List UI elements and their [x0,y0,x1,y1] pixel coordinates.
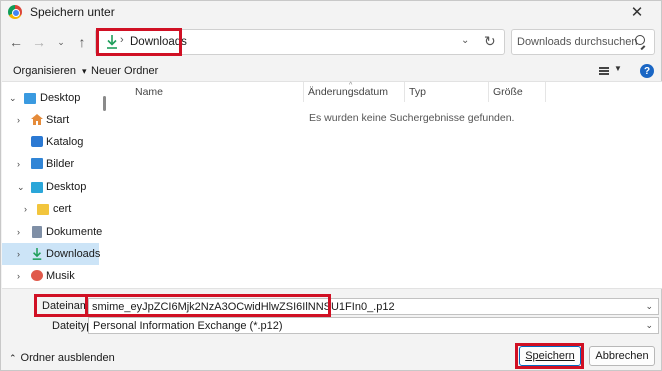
music-icon [31,270,43,281]
filename-dropdown-chevron-icon[interactable]: ⌄ [645,301,653,312]
sidebar-item-label: Desktop [40,92,81,104]
search-placeholder: Downloads durchsuchen [517,36,638,48]
sidebar-item-label: Musik [46,270,75,282]
search-icon[interactable] [635,35,645,45]
back-arrow-icon[interactable]: ← [6,32,26,52]
address-dropdown-chevron-icon[interactable]: ⌄ [461,35,469,46]
view-chevron-down-icon[interactable]: ▼ [614,64,622,73]
command-bar: Organisieren ▾ Neuer Ordner ▼ ? [1,60,661,82]
sidebar-item-label: Start [46,114,70,126]
cancel-button-label: Abbrechen [595,350,649,362]
column-header-modified[interactable]: Änderungsdatum [308,86,388,104]
organize-menu-button[interactable]: Organisieren ▾ [13,65,87,77]
help-icon[interactable]: ? [640,64,654,78]
recent-locations-chevron-icon[interactable]: ⌄ [51,32,71,52]
navigation-bar: ← → ⌄ ↑ › Downloads ⌄ ↻ Downloads durchs… [1,27,661,57]
chevron-right-icon[interactable]: › [17,249,20,259]
save-as-dialog: Speichern unter ✕ ← → ⌄ ↑ › Downloads ⌄ … [0,0,662,371]
filename-label-highlight-box [34,294,88,317]
sidebar-item-katalog[interactable]: Katalog [2,131,99,153]
download-icon [32,248,42,260]
chevron-right-icon[interactable]: › [24,204,27,214]
home-icon [31,114,43,125]
view-options-icon[interactable] [599,67,609,75]
window-title: Speichern unter [30,5,115,19]
gallery-icon [31,136,43,147]
desktop-blue-icon [24,93,36,104]
hide-folders-label: Ordner ausblenden [20,352,115,364]
sidebar-item-label: Bilder [46,158,75,170]
column-header-name[interactable]: Name [135,86,163,104]
sidebar-item-label: cert [53,203,72,215]
documents-icon [32,226,42,238]
up-arrow-icon[interactable]: ↑ [72,32,92,52]
chevron-right-icon[interactable]: › [17,227,20,237]
title-bar: Speichern unter ✕ [1,1,661,23]
column-divider[interactable] [488,82,489,102]
hide-folders-button[interactable]: ⌃ Ordner ausblenden [9,352,115,364]
empty-results-message: Es wurden keine Suchergebnisse gefunden. [309,112,515,124]
refresh-icon[interactable]: ↻ [484,33,496,50]
chrome-app-icon [8,5,22,19]
folder-icon [37,204,49,215]
chevron-up-icon: ⌃ [9,353,17,363]
forward-arrow-icon[interactable]: → [29,32,49,52]
sidebar-item-bilder[interactable]: › Bilder [2,153,99,175]
file-list-pane[interactable]: ^ Name Änderungsdatum Typ Größe Es wurde… [109,82,662,288]
chevron-right-icon[interactable]: › [17,115,20,125]
chevron-expanded-icon[interactable]: ⌄ [9,93,17,104]
filename-highlight-box [85,294,331,317]
sidebar-item-label: Desktop [46,181,87,193]
chevron-down-icon: ▾ [82,66,87,76]
address-highlight-box [96,28,182,56]
sidebar-item-dokumente[interactable]: › Dokumente [2,221,103,243]
sidebar-item-label: Downloads [46,248,101,260]
cancel-button[interactable]: Abbrechen [589,346,655,366]
column-divider[interactable] [303,82,304,102]
column-divider[interactable] [404,82,405,102]
sidebar-item-downloads[interactable]: › Downloads [2,243,101,265]
filetype-chevron-down-icon[interactable]: ⌄ [645,320,653,331]
new-folder-button[interactable]: Neuer Ordner [91,65,158,77]
close-button[interactable]: ✕ [619,1,655,23]
column-divider[interactable] [545,82,546,102]
sidebar-item-start[interactable]: › Start [2,109,99,131]
sidebar-item-label: Dokumente [46,226,103,238]
column-header-size[interactable]: Größe [493,86,523,104]
navigation-pane[interactable]: ⌄ Desktop › Start Katalog › Bilder ⌄ Des… [2,82,109,288]
sidebar-item-desktop[interactable]: ⌄ Desktop [2,176,99,198]
search-input[interactable]: Downloads durchsuchen [511,29,655,55]
sidebar-item-label: Katalog [46,136,84,148]
chevron-expanded-icon[interactable]: ⌄ [17,182,25,193]
column-header-type[interactable]: Typ [409,86,426,104]
filetype-value: Personal Information Exchange (*.p12) [93,320,283,332]
sidebar-scrollbar[interactable] [103,96,106,111]
sidebar-item-cert[interactable]: › cert [2,198,99,220]
address-bar[interactable]: › Downloads ⌄ ↻ [95,28,505,56]
save-highlight-box [515,343,584,369]
chevron-right-icon[interactable]: › [17,159,20,169]
sidebar-item-musik[interactable]: › Musik [2,265,99,287]
pictures-icon [31,158,43,169]
chevron-right-icon[interactable]: › [17,271,20,281]
main-pane: ⌄ Desktop › Start Katalog › Bilder ⌄ Des… [2,81,662,289]
desktop-teal-icon [31,182,43,193]
sidebar-item-desktop-root[interactable]: ⌄ Desktop [2,87,99,109]
organize-label: Organisieren [13,65,76,77]
filetype-select[interactable]: Personal Information Exchange (*.p12) ⌄ [88,317,659,334]
